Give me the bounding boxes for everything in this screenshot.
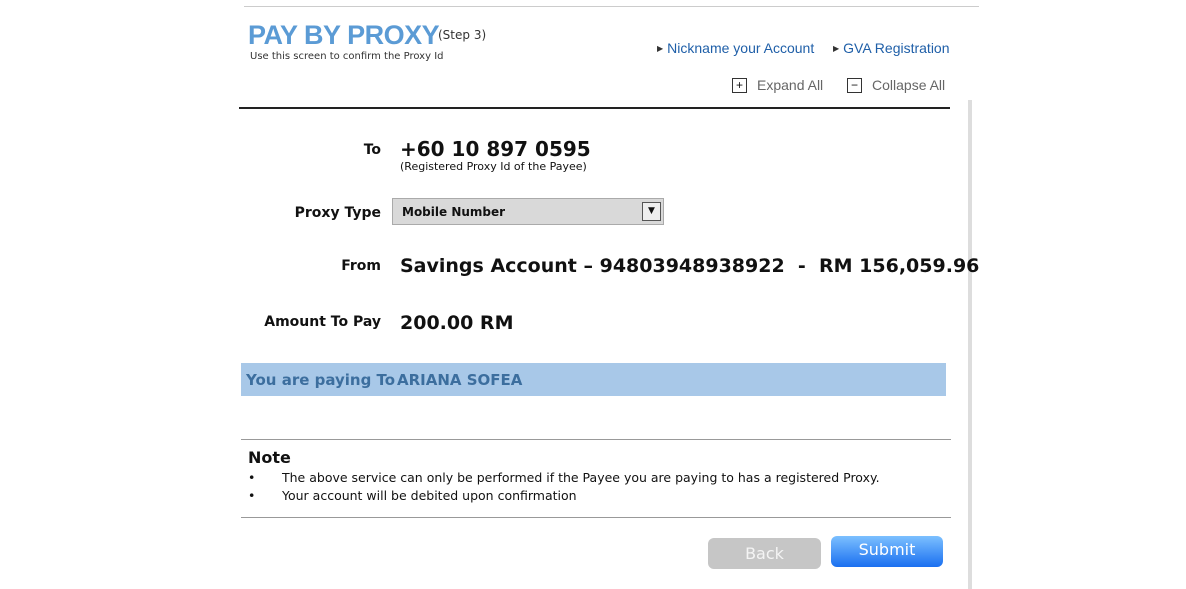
triangle-right-icon: ▶ (833, 44, 840, 53)
note-divider-bottom (241, 517, 951, 518)
link-label: GVA Registration (843, 40, 950, 56)
page-subtitle: Use this screen to confirm the Proxy Id (250, 51, 444, 62)
note-title: Note (248, 448, 291, 467)
gva-registration-link[interactable]: ▶ GVA Registration (833, 40, 950, 56)
collapse-all-button[interactable]: − Collapse All (847, 77, 945, 93)
page-title: PAY BY PROXY (248, 20, 440, 50)
minus-icon: − (847, 77, 862, 93)
chevron-down-icon[interactable]: ▼ (642, 202, 661, 221)
step-indicator: (Step 3) (438, 28, 487, 42)
payee-name: ARIANA SOFEA (397, 371, 523, 389)
plus-icon: + (732, 77, 747, 93)
expand-all-button[interactable]: + Expand All (732, 77, 823, 93)
submit-button[interactable]: Submit (831, 536, 943, 567)
header-divider (239, 107, 950, 109)
back-button[interactable]: Back (708, 538, 821, 569)
collapse-all-label: Collapse All (872, 77, 946, 93)
triangle-right-icon: ▶ (657, 44, 664, 53)
note-text: Your account will be debited upon confir… (282, 488, 577, 503)
proxy-type-value: Mobile Number (402, 205, 506, 219)
top-divider (244, 6, 979, 7)
link-label: Nickname your Account (667, 40, 815, 56)
amount-value: 200.00 RM (400, 312, 514, 334)
proxy-type-label: Proxy Type (294, 205, 381, 221)
note-text: The above service can only be performed … (282, 470, 880, 485)
proxy-type-select[interactable]: Mobile Number ▼ (392, 198, 664, 225)
from-value: Savings Account – 94803948938922 - RM 15… (400, 255, 980, 277)
note-divider-top (241, 439, 951, 440)
amount-label: Amount To Pay (264, 314, 381, 330)
from-label: From (341, 258, 381, 274)
to-label: To (363, 142, 381, 158)
note-item: • Your account will be debited upon confi… (248, 488, 577, 503)
expand-all-label: Expand All (757, 77, 824, 93)
nickname-account-link[interactable]: ▶ Nickname your Account (657, 40, 814, 56)
to-value: +60 10 897 0595 (400, 137, 591, 161)
paying-to-band: You are paying To ARIANA SOFEA (241, 363, 946, 396)
scrollbar[interactable] (968, 100, 972, 589)
to-hint: (Registered Proxy Id of the Payee) (400, 160, 587, 173)
note-item: • The above service can only be performed… (248, 470, 880, 485)
paying-to-label: You are paying To (246, 371, 396, 389)
